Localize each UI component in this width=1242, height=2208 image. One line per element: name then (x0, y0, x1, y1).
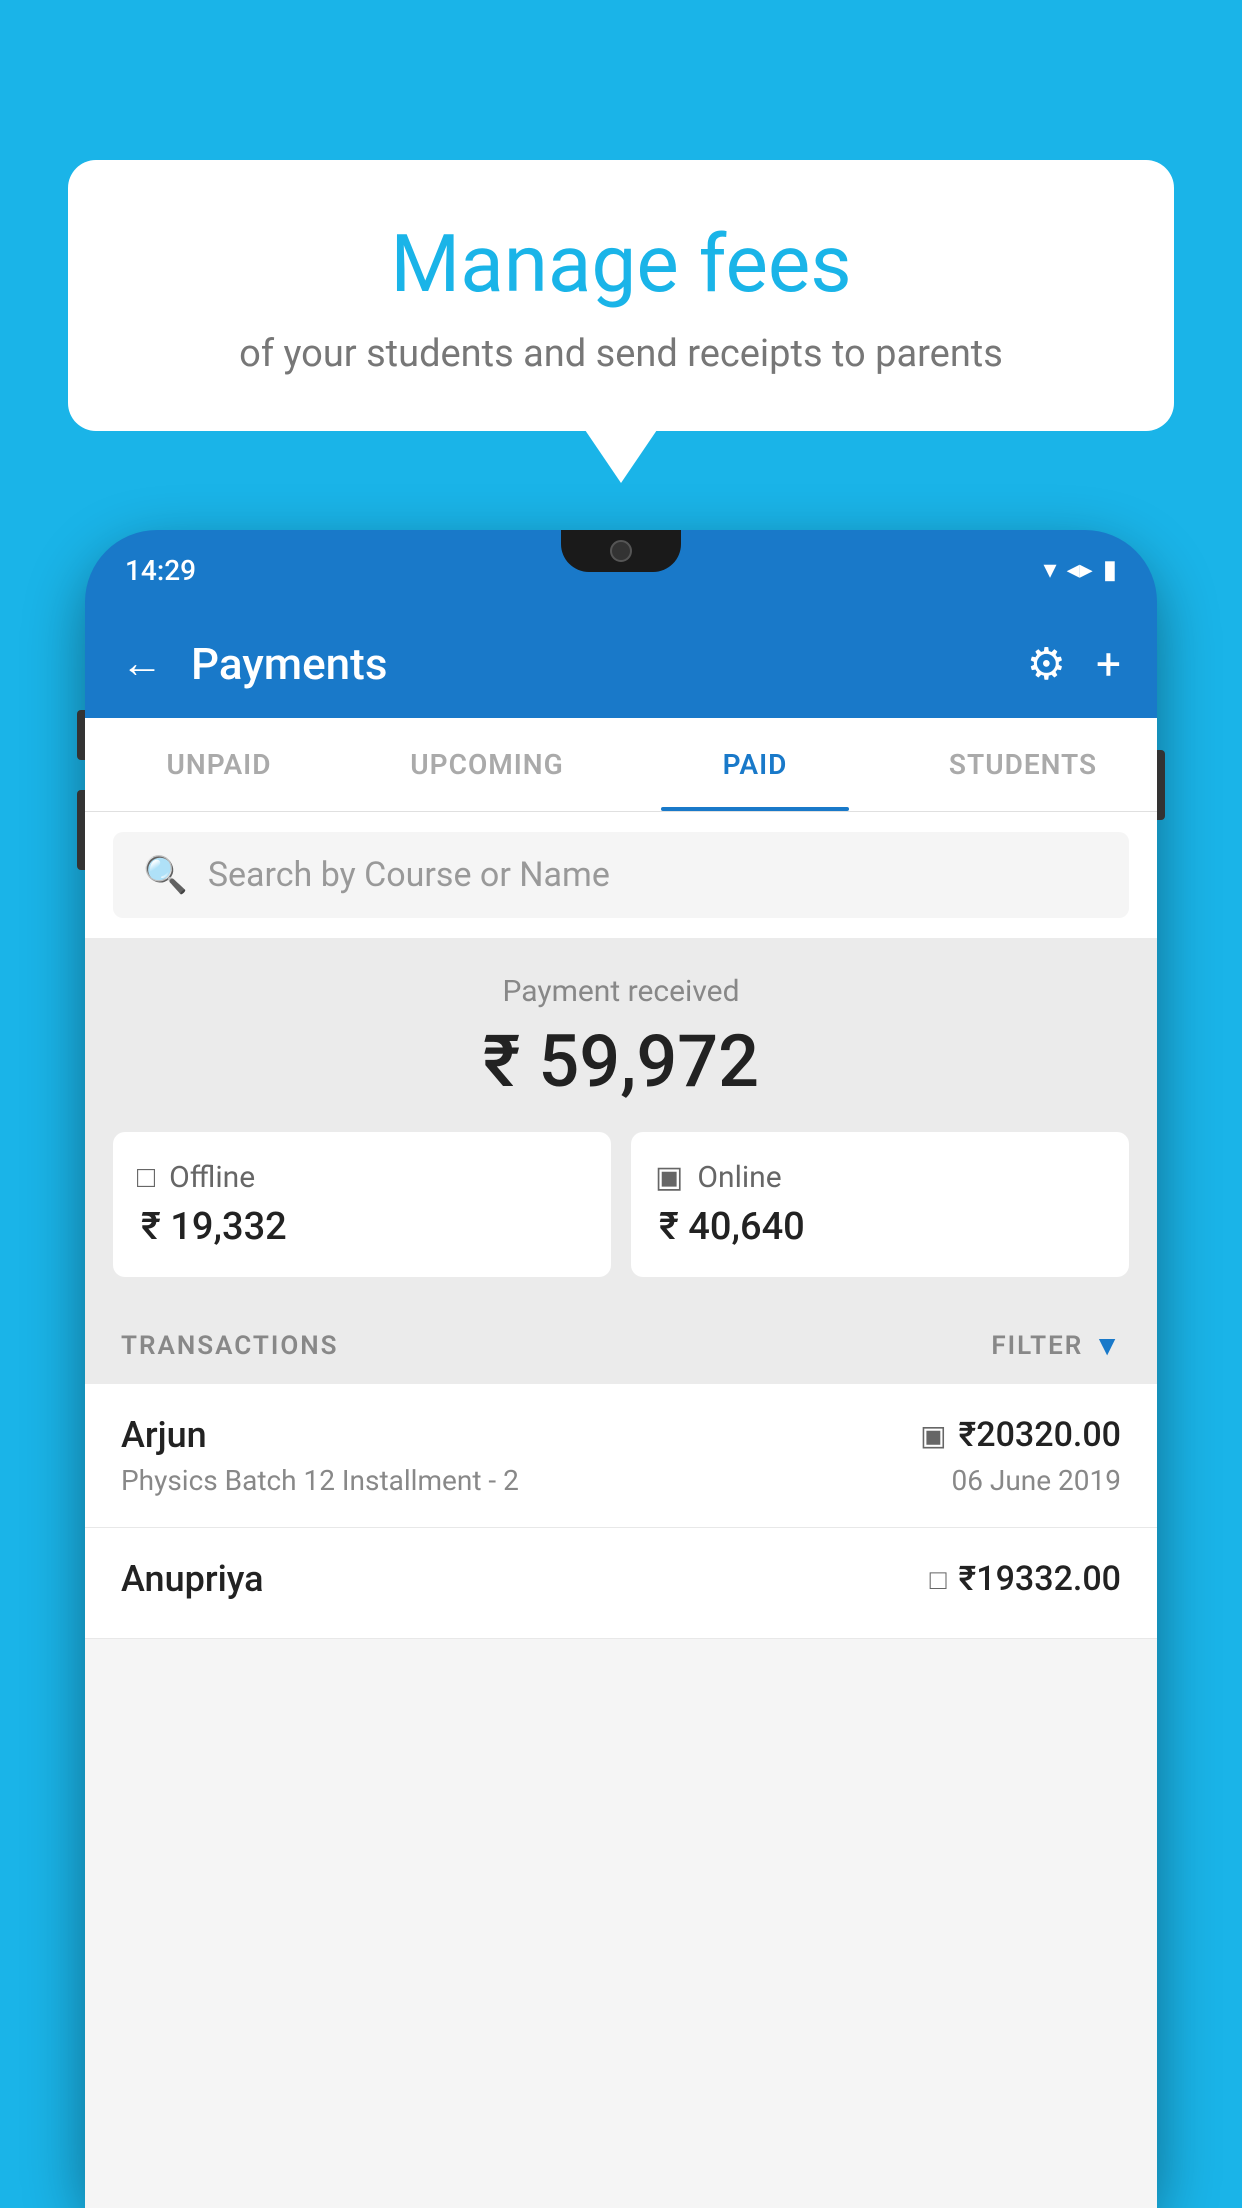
phone-notch (561, 530, 681, 572)
status-bar: 14:29 ▾ ◂▸ ▮ (85, 530, 1157, 610)
power-button (1157, 750, 1165, 820)
online-icon: ▣ (655, 1160, 683, 1195)
offline-label: Offline (169, 1160, 255, 1195)
tabs-bar: UNPAID UPCOMING PAID STUDENTS (85, 718, 1157, 812)
bubble-subtitle: of your students and send receipts to pa… (118, 332, 1124, 376)
header-left: ← Payments (121, 638, 387, 690)
online-amount: ₹ 40,640 (655, 1205, 1105, 1249)
add-icon[interactable]: + (1096, 638, 1121, 690)
filter-section[interactable]: FILTER ▼ (991, 1329, 1121, 1362)
front-camera (610, 540, 632, 562)
online-card-header: ▣ Online (655, 1160, 1105, 1195)
transaction-type-icon: □ (930, 1563, 947, 1596)
transaction-name: Anupriya (121, 1558, 264, 1600)
transactions-label: TRANSACTIONS (121, 1331, 339, 1361)
header-right: ⚙ + (1027, 638, 1121, 690)
back-button[interactable]: ← (121, 643, 163, 685)
phone-frame: 14:29 ▾ ◂▸ ▮ ← Payments ⚙ + UNPAID UPCOM… (85, 530, 1157, 2208)
tab-unpaid[interactable]: UNPAID (85, 718, 353, 811)
online-label: Online (697, 1160, 781, 1195)
transactions-header: TRANSACTIONS FILTER ▼ (85, 1307, 1157, 1384)
volume-up-button (77, 710, 85, 760)
filter-icon: ▼ (1093, 1329, 1121, 1362)
filter-label: FILTER (991, 1331, 1083, 1361)
tab-paid[interactable]: PAID (621, 718, 889, 811)
tab-students[interactable]: STUDENTS (889, 718, 1157, 811)
settings-icon[interactable]: ⚙ (1027, 638, 1066, 690)
offline-amount: ₹ 19,332 (137, 1205, 587, 1249)
transaction-row1: Anupriya □ ₹19332.00 (121, 1558, 1121, 1600)
online-card: ▣ Online ₹ 40,640 (631, 1132, 1129, 1277)
status-time: 14:29 (125, 554, 196, 587)
payment-received-label: Payment received (113, 974, 1129, 1009)
transaction-amount: ₹19332.00 (959, 1559, 1121, 1599)
transaction-desc: Physics Batch 12 Installment - 2 (121, 1464, 519, 1497)
transaction-item[interactable]: Arjun ▣ ₹20320.00 Physics Batch 12 Insta… (85, 1384, 1157, 1528)
offline-card-header: □ Offline (137, 1160, 587, 1195)
signal-icon: ◂▸ (1067, 555, 1093, 585)
transaction-amount: ₹20320.00 (959, 1415, 1121, 1455)
search-box[interactable]: 🔍 Search by Course or Name (113, 832, 1129, 918)
payment-summary: Payment received ₹ 59,972 □ Offline ₹ 19… (85, 938, 1157, 1307)
transaction-name: Arjun (121, 1414, 207, 1456)
battery-icon: ▮ (1103, 555, 1117, 585)
transaction-amount-row: □ ₹19332.00 (930, 1559, 1121, 1599)
phone-screen: ← Payments ⚙ + UNPAID UPCOMING PAID STUD… (85, 610, 1157, 2208)
transaction-item[interactable]: Anupriya □ ₹19332.00 (85, 1528, 1157, 1639)
search-icon: 🔍 (143, 854, 188, 896)
bubble-title: Manage fees (118, 220, 1124, 308)
app-header: ← Payments ⚙ + (85, 610, 1157, 718)
transaction-amount-row: ▣ ₹20320.00 (920, 1415, 1121, 1455)
transaction-row1: Arjun ▣ ₹20320.00 (121, 1414, 1121, 1456)
offline-icon: □ (137, 1160, 155, 1195)
tab-upcoming[interactable]: UPCOMING (353, 718, 621, 811)
transaction-list: Arjun ▣ ₹20320.00 Physics Batch 12 Insta… (85, 1384, 1157, 1639)
payment-total-amount: ₹ 59,972 (113, 1019, 1129, 1104)
search-container: 🔍 Search by Course or Name (85, 812, 1157, 938)
volume-down-button (77, 790, 85, 870)
transaction-date: 06 June 2019 (951, 1464, 1121, 1497)
transaction-type-icon: ▣ (920, 1419, 946, 1452)
wifi-icon: ▾ (1044, 555, 1057, 585)
header-title: Payments (191, 638, 387, 690)
speech-bubble: Manage fees of your students and send re… (68, 160, 1174, 431)
offline-card: □ Offline ₹ 19,332 (113, 1132, 611, 1277)
transaction-row2: Physics Batch 12 Installment - 2 06 June… (121, 1464, 1121, 1497)
search-placeholder-text: Search by Course or Name (208, 855, 610, 895)
status-icons: ▾ ◂▸ ▮ (1044, 555, 1117, 585)
payment-cards: □ Offline ₹ 19,332 ▣ Online ₹ 40,640 (113, 1132, 1129, 1277)
